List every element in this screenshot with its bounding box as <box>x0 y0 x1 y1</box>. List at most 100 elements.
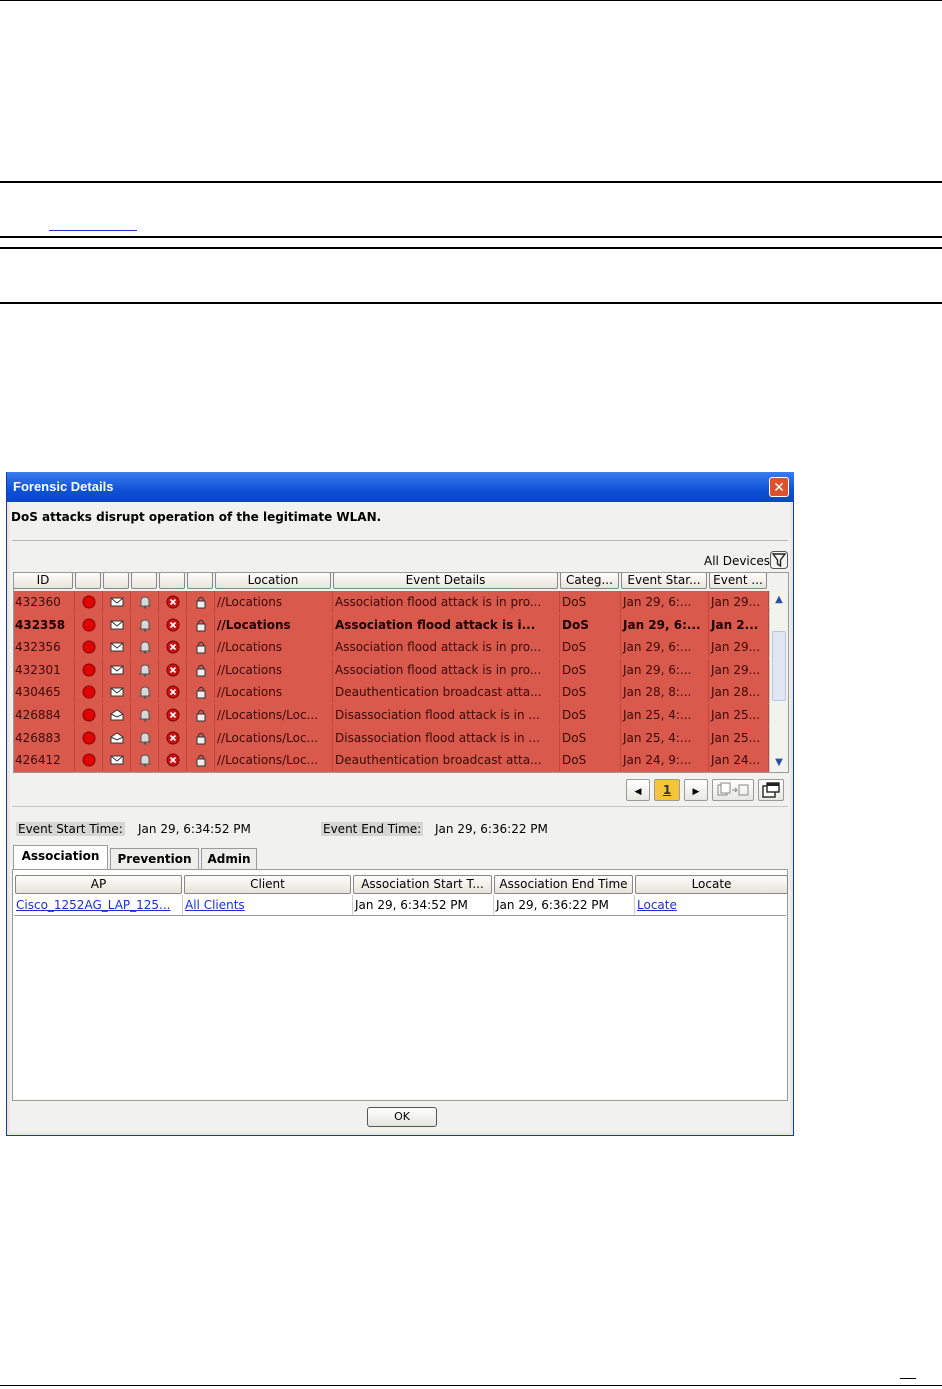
column-header-locate[interactable]: Locate <box>635 875 788 894</box>
bell-icon <box>138 686 152 700</box>
id-cell: 432360 <box>13 591 75 613</box>
column-header-event-start[interactable]: Event Star... <box>621 572 707 589</box>
column-header-alarm[interactable] <box>131 572 157 589</box>
mail-icon[interactable] <box>110 595 124 609</box>
prev-page-button[interactable]: ◀ <box>626 779 650 801</box>
mail-cell <box>103 636 131 659</box>
column-header-lock[interactable] <box>187 572 213 589</box>
location-cell: //Locations <box>215 658 333 681</box>
column-header-severity[interactable] <box>75 572 101 589</box>
column-header-event-end[interactable]: Event ... <box>709 572 767 589</box>
lock-icon[interactable] <box>194 731 208 745</box>
column-header-location[interactable]: Location <box>215 572 331 589</box>
lock-cell <box>187 704 215 726</box>
locate-link[interactable]: Locate <box>637 898 677 912</box>
mail-icon[interactable] <box>110 753 124 767</box>
end-cell: Jan 29... <box>709 636 769 659</box>
details-cell: Disassociation flood attack is in ... <box>333 726 560 749</box>
close-button[interactable]: ✕ <box>769 477 789 497</box>
bell-icon <box>138 709 152 722</box>
mail-icon[interactable] <box>110 618 124 632</box>
section-rule <box>0 181 942 183</box>
scroll-thumb[interactable] <box>772 631 786 701</box>
open-mail-icon[interactable] <box>110 708 124 722</box>
column-header-ap[interactable]: AP <box>15 875 182 894</box>
tab-prevention[interactable]: Prevention <box>110 848 199 869</box>
table-row[interactable]: 426883 //Locations/Loc... Disassociation f… <box>13 726 769 749</box>
mail-icon[interactable] <box>110 685 124 699</box>
error-icon <box>166 595 180 609</box>
filter-icon[interactable] <box>770 551 788 569</box>
location-cell: //Locations/Loc... <box>215 704 333 726</box>
ok-button[interactable]: OK <box>367 1107 437 1127</box>
lock-cell <box>187 591 215 613</box>
association-end-cell: Jan 29, 6:36:22 PM <box>494 895 635 915</box>
details-cell: Deauthentication broadcast atta... <box>333 681 560 704</box>
category-cell: DoS <box>560 681 621 704</box>
column-header-id[interactable]: ID <box>13 572 73 589</box>
lock-icon[interactable] <box>194 753 208 767</box>
sev-cell <box>75 749 103 772</box>
details-cell: Association flood attack is in pro... <box>333 591 560 613</box>
document-link[interactable] <box>49 218 137 231</box>
device-filter-label: All Devices <box>704 554 770 568</box>
id-cell: 426412 <box>13 749 75 772</box>
scroll-up-icon[interactable]: ▲ <box>772 593 786 607</box>
table-row[interactable]: 432301 //Locations Association flood attac… <box>13 658 769 681</box>
current-page-button[interactable]: 1 <box>654 779 680 801</box>
column-header-category[interactable]: Categ... <box>560 572 619 589</box>
mail-cell <box>103 681 131 704</box>
error-icon <box>166 708 180 722</box>
critical-severity-icon <box>82 753 96 767</box>
client-link[interactable]: All Clients <box>185 898 245 912</box>
column-header-association-end[interactable]: Association End Time <box>494 875 633 894</box>
table-row[interactable]: 432360 //Locations Association flood attac… <box>13 591 769 613</box>
bell-cell <box>131 749 159 772</box>
critical-severity-icon <box>82 618 96 632</box>
sev-cell <box>75 636 103 659</box>
column-header-client[interactable]: Client <box>184 875 351 894</box>
copy-page-button[interactable] <box>712 779 754 801</box>
scroll-down-icon[interactable]: ▼ <box>772 756 786 770</box>
x-cell <box>159 681 187 704</box>
start-cell: Jan 29, 6:... <box>621 613 709 636</box>
table-row[interactable]: 432356 //Locations Association flood attac… <box>13 636 769 659</box>
bell-icon <box>138 619 152 632</box>
tab-admin[interactable]: Admin <box>201 848 257 869</box>
lock-icon[interactable] <box>194 685 208 699</box>
start-cell: Jan 29, 6:... <box>621 658 709 681</box>
row-divider <box>14 915 786 916</box>
table-row[interactable]: 430465 //Locations Deauthentication broadc… <box>13 681 769 704</box>
lock-icon[interactable] <box>194 640 208 654</box>
category-cell: DoS <box>560 658 621 681</box>
table-row[interactable]: 426884 //Locations/Loc... Disassociation f… <box>13 704 769 726</box>
association-start-cell: Jan 29, 6:34:52 PM <box>353 895 494 915</box>
next-page-button[interactable]: ▶ <box>684 779 708 801</box>
section-rule <box>0 247 942 249</box>
critical-severity-icon <box>82 731 96 745</box>
title-bar[interactable]: Forensic Details ✕ <box>7 472 794 502</box>
vertical-scrollbar[interactable]: ▲ ▼ <box>769 591 788 772</box>
id-cell: 432301 <box>13 658 75 681</box>
table-row[interactable]: 432358 //Locations Association flood attac… <box>13 613 769 636</box>
ap-link[interactable]: Cisco_1252AG_LAP_125... <box>16 898 171 912</box>
category-cell: DoS <box>560 613 621 636</box>
mail-icon[interactable] <box>110 663 124 677</box>
column-header-mail[interactable] <box>103 572 129 589</box>
detach-window-button[interactable] <box>758 779 784 801</box>
column-header-association-start[interactable]: Association Start T... <box>353 875 492 894</box>
tab-association[interactable]: Association <box>13 845 108 870</box>
column-header-status[interactable] <box>159 572 185 589</box>
critical-severity-icon <box>82 663 96 677</box>
bell-icon <box>138 596 152 609</box>
lock-icon[interactable] <box>194 595 208 609</box>
x-cell <box>159 726 187 749</box>
open-mail-icon[interactable] <box>110 731 124 745</box>
column-header-event-details[interactable]: Event Details <box>333 572 558 589</box>
mail-icon[interactable] <box>110 640 124 654</box>
lock-icon[interactable] <box>194 708 208 722</box>
end-cell: Jan 2... <box>709 613 769 636</box>
table-row[interactable]: 426412 //Locations/Loc... Deauthentication… <box>13 749 769 772</box>
lock-icon[interactable] <box>194 663 208 677</box>
lock-icon[interactable] <box>194 618 208 632</box>
